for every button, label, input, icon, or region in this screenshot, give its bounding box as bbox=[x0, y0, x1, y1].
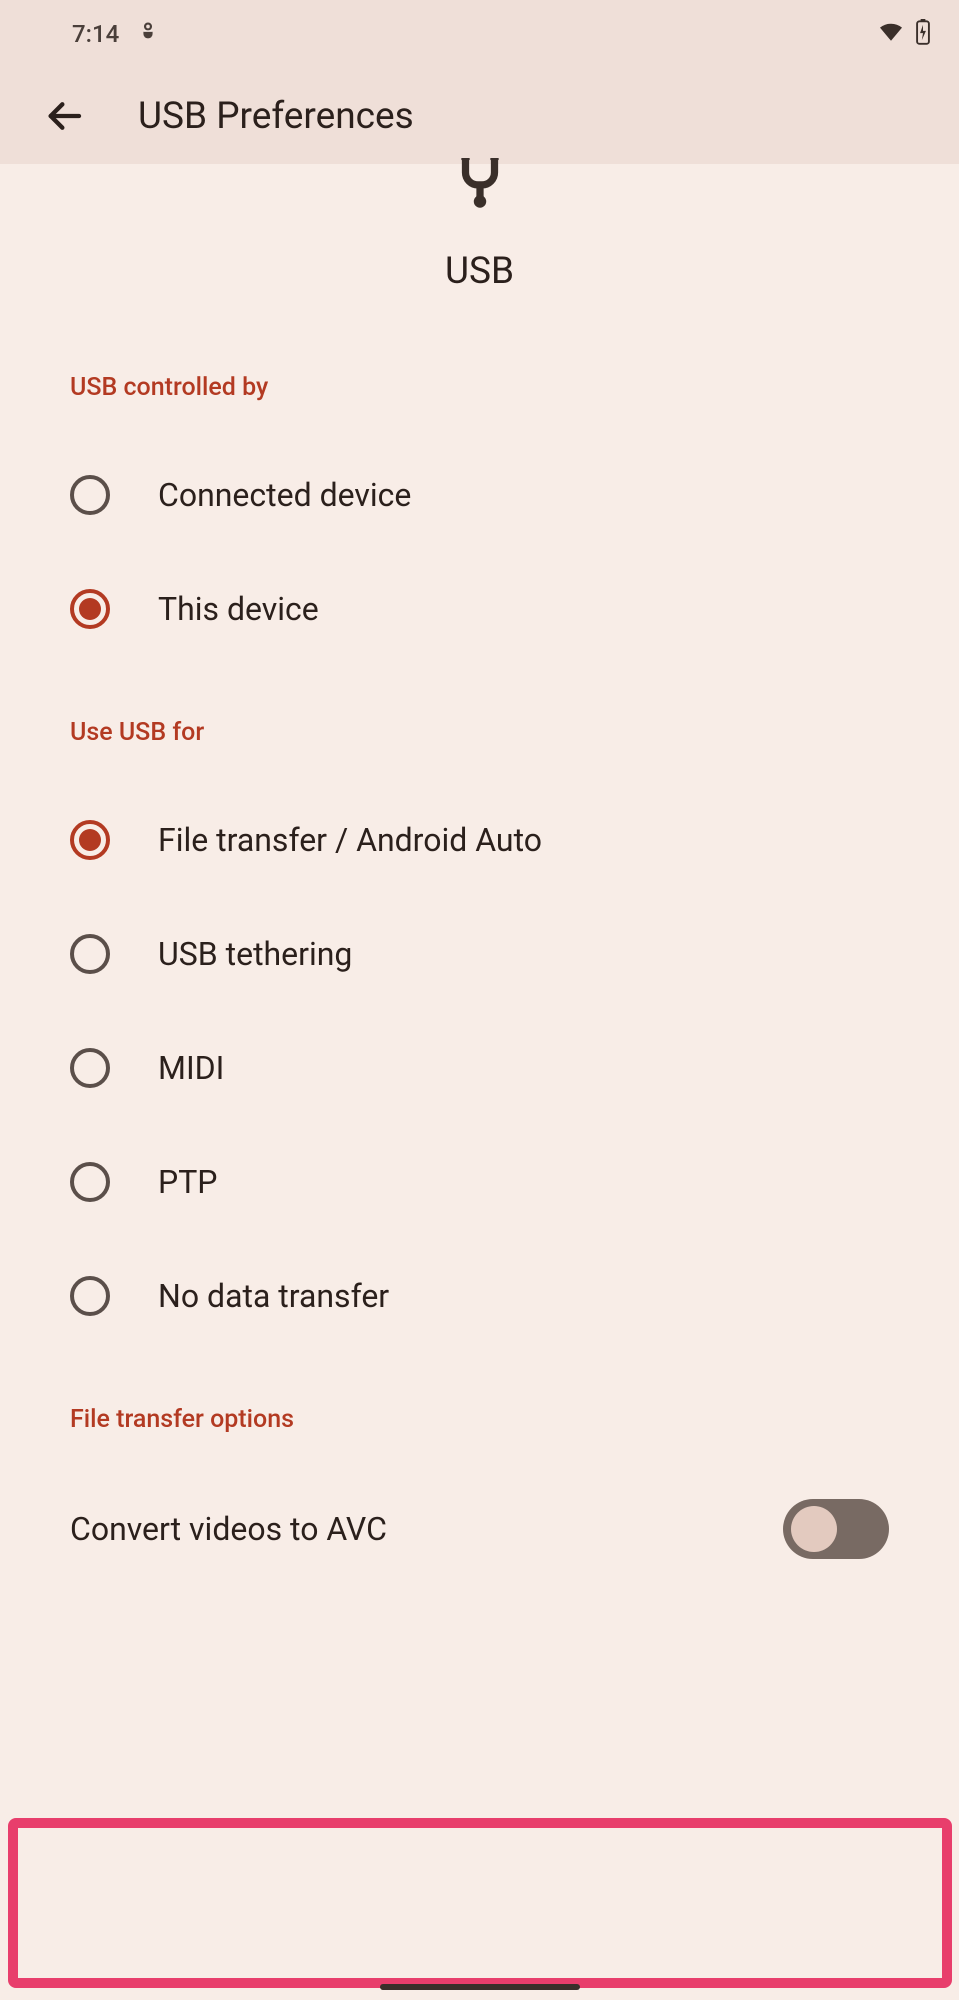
section-header-use-for: Use USB for bbox=[0, 718, 959, 783]
radio-label: MIDI bbox=[158, 1049, 224, 1087]
status-bar: 7:14 bbox=[0, 0, 959, 68]
status-left: 7:14 bbox=[72, 20, 159, 48]
radio-label: Connected device bbox=[158, 476, 411, 514]
app-bar: USB Preferences bbox=[0, 68, 959, 164]
status-time: 7:14 bbox=[72, 20, 119, 48]
radio-icon bbox=[70, 1048, 110, 1088]
status-right bbox=[877, 19, 931, 49]
radio-icon bbox=[70, 1162, 110, 1202]
radio-ptp[interactable]: PTP bbox=[0, 1125, 959, 1239]
section-header-controlled-by: USB controlled by bbox=[0, 373, 959, 438]
highlight-annotation bbox=[8, 1818, 952, 1988]
radio-label: No data transfer bbox=[158, 1277, 389, 1315]
back-button[interactable] bbox=[44, 96, 84, 136]
switch-label: Convert videos to AVC bbox=[70, 1510, 387, 1548]
switch-convert-to-avc[interactable]: Convert videos to AVC bbox=[0, 1470, 959, 1588]
toggle-icon bbox=[783, 1499, 889, 1559]
radio-icon bbox=[70, 820, 110, 860]
radio-no-data-transfer[interactable]: No data transfer bbox=[0, 1239, 959, 1353]
content: USB USB controlled by Connected device T… bbox=[0, 158, 959, 1588]
battery-icon bbox=[915, 19, 931, 49]
radio-icon bbox=[70, 589, 110, 629]
radio-usb-tethering[interactable]: USB tethering bbox=[0, 897, 959, 1011]
radio-icon bbox=[70, 934, 110, 974]
section-header-file-transfer-options: File transfer options bbox=[0, 1405, 959, 1470]
radio-icon bbox=[70, 475, 110, 515]
usb-header: USB bbox=[0, 158, 959, 373]
radio-label: This device bbox=[158, 590, 319, 628]
bug-icon bbox=[137, 21, 159, 47]
radio-label: PTP bbox=[158, 1163, 217, 1201]
wifi-icon bbox=[877, 21, 905, 47]
nav-indicator bbox=[380, 1984, 580, 1990]
radio-icon bbox=[70, 1276, 110, 1316]
usb-icon bbox=[0, 158, 959, 216]
radio-this-device[interactable]: This device bbox=[0, 552, 959, 666]
radio-label: USB tethering bbox=[158, 935, 352, 973]
radio-midi[interactable]: MIDI bbox=[0, 1011, 959, 1125]
usb-label: USB bbox=[0, 250, 959, 293]
radio-connected-device[interactable]: Connected device bbox=[0, 438, 959, 552]
page-title: USB Preferences bbox=[138, 95, 414, 138]
radio-file-transfer[interactable]: File transfer / Android Auto bbox=[0, 783, 959, 897]
radio-label: File transfer / Android Auto bbox=[158, 821, 542, 859]
